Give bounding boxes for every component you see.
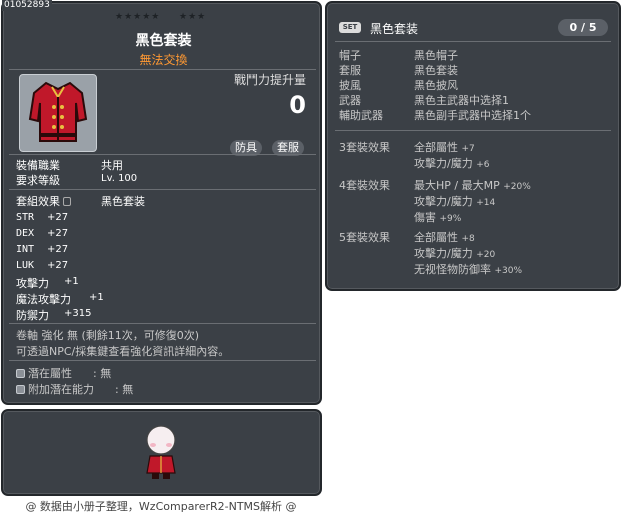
- potential-label: 潛在屬性: [28, 367, 72, 380]
- set-item-name: 黑色披风: [414, 79, 458, 92]
- power-increase-value: 0: [289, 91, 306, 119]
- power-increase-label: 戰鬥力提升量: [233, 73, 306, 87]
- set-slot-label: 帽子: [339, 49, 361, 62]
- lock-icon: [63, 197, 71, 206]
- potential-bullet-icon: [16, 369, 25, 378]
- set-item-name: 黑色套装: [414, 64, 458, 77]
- set-effect-label: 套組效果: [16, 195, 60, 208]
- set-effect-row[interactable]: 套組效果: [16, 193, 71, 209]
- set-name: 黑色套装: [370, 22, 419, 36]
- effect-text: 攻擊力/魔力: [414, 157, 473, 170]
- effect-value: +14: [476, 198, 496, 208]
- divider: [9, 154, 316, 155]
- set-item-name: 黑色帽子: [414, 49, 458, 62]
- set-count-badge: 0 / 5: [558, 19, 608, 36]
- stat-str-name: STR: [16, 212, 35, 223]
- bonus-potential-label: 附加潛在能力: [28, 383, 94, 396]
- set-tooltip-panel: SET 黑色套装 0 / 5 帽子 黑色帽子 套服 黑色套装 披風 黑色披风 武…: [325, 1, 621, 291]
- trade-status: 無法交換: [139, 53, 188, 67]
- potential-value: : 無: [93, 367, 112, 380]
- effect-text: 无视怪物防御率: [414, 263, 491, 276]
- stat-defense-name: 防禦力: [16, 309, 49, 322]
- item-tooltip-panel: ★★★★★ ★★★ 黑色套装 無法交換 戰鬥力提升量 0 防具 套服 裝備職業 …: [1, 1, 322, 405]
- set-item-name: 黑色副手武器中选择1个: [414, 109, 531, 122]
- scroll-upgrade-info: 卷軸 強化 無 (剩餘11次，可修復0次): [16, 329, 200, 342]
- level-label: 要求等級: [16, 174, 60, 187]
- effect-value: +8: [461, 234, 475, 244]
- set-effect-5-label: 5套裝效果: [339, 231, 390, 244]
- effect-text: 最大HP / 最大MP: [414, 179, 500, 192]
- footer-credit: @ 数据由小册子整理，WzComparerR2-NTMS解析 @: [25, 500, 297, 513]
- item-name: 黑色套装: [135, 33, 192, 49]
- divider: [335, 41, 611, 42]
- character-avatar-icon: [146, 425, 176, 479]
- item-icon-box: [19, 74, 97, 152]
- set-effect-3-label: 3套裝效果: [339, 141, 390, 154]
- set-slot-label: 套服: [339, 64, 361, 77]
- divider: [9, 360, 316, 361]
- stat-dex-name: DEX: [16, 228, 35, 239]
- effect-text: 傷害: [414, 211, 436, 224]
- job-value: 共用: [101, 159, 123, 172]
- set-slot-label: 輔助武器: [339, 109, 383, 122]
- set-badge-icon: SET: [339, 22, 361, 33]
- stat-int-name: INT: [16, 244, 35, 255]
- set-effect-4-label: 4套裝效果: [339, 179, 390, 192]
- stat-luk-value: +27: [47, 260, 69, 271]
- set-effect-line: 攻擊力/魔力 +20: [414, 246, 495, 263]
- stat-int-value: +27: [47, 244, 69, 255]
- effect-value: +20%: [503, 182, 531, 192]
- stat-dex-value: +27: [47, 228, 69, 239]
- star-rating-left: ★★★★★: [115, 12, 161, 22]
- divider: [335, 130, 611, 131]
- stat-magic-attack-name: 魔法攻擊力: [16, 293, 71, 306]
- effect-value: +30%: [494, 266, 523, 276]
- divider: [9, 189, 316, 190]
- effect-text: 攻擊力/魔力: [414, 195, 473, 208]
- potential-row: 潛在屬性: [16, 365, 72, 381]
- set-slot-label: 披風: [339, 79, 361, 92]
- star-rating-right: ★★★: [179, 12, 207, 22]
- effect-value: +6: [476, 160, 490, 170]
- avatar-preview-panel: [1, 409, 322, 496]
- effect-text: 攻擊力/魔力: [414, 247, 473, 260]
- set-effect-value: 黑色套装: [101, 195, 145, 208]
- divider: [9, 69, 316, 70]
- upgrade-hint: 可透過NPC/採集鍵查看強化資訊詳細內容。: [16, 345, 230, 358]
- effect-text: 全部屬性: [414, 141, 458, 154]
- set-item-name: 黑色主武器中选择1: [414, 94, 509, 107]
- potential-bullet-icon: [16, 385, 25, 394]
- set-effect-line: 攻擊力/魔力 +6: [414, 156, 490, 173]
- bonus-potential-row: 附加潛在能力: [16, 381, 94, 397]
- stat-attack-value: +1: [64, 276, 79, 287]
- level-value: Lv. 100: [101, 173, 138, 184]
- effect-value: +7: [461, 144, 475, 154]
- set-effect-line: 最大HP / 最大MP +20%: [414, 178, 531, 195]
- effect-value: +9%: [439, 214, 462, 224]
- set-effect-line: 无视怪物防御率 +30%: [414, 262, 522, 279]
- set-slot-label: 武器: [339, 94, 361, 107]
- set-effect-line: 全部屬性 +7: [414, 140, 475, 157]
- stat-attack-name: 攻擊力: [16, 277, 49, 290]
- item-code: 01052893: [2, 0, 52, 11]
- divider: [9, 323, 316, 324]
- stat-luk-name: LUK: [16, 260, 35, 271]
- red-coat-icon: [28, 81, 88, 142]
- effect-value: +20: [476, 250, 496, 260]
- set-effect-line: 全部屬性 +8: [414, 230, 475, 247]
- set-effect-line: 傷害 +9%: [414, 210, 461, 227]
- stat-str-value: +27: [47, 212, 69, 223]
- bonus-potential-value: : 無: [115, 383, 134, 396]
- stat-defense-value: +315: [64, 308, 92, 319]
- job-label: 裝備職業: [16, 159, 60, 172]
- stat-magic-attack-value: +1: [89, 292, 104, 303]
- set-effect-line: 攻擊力/魔力 +14: [414, 194, 495, 211]
- effect-text: 全部屬性: [414, 231, 458, 244]
